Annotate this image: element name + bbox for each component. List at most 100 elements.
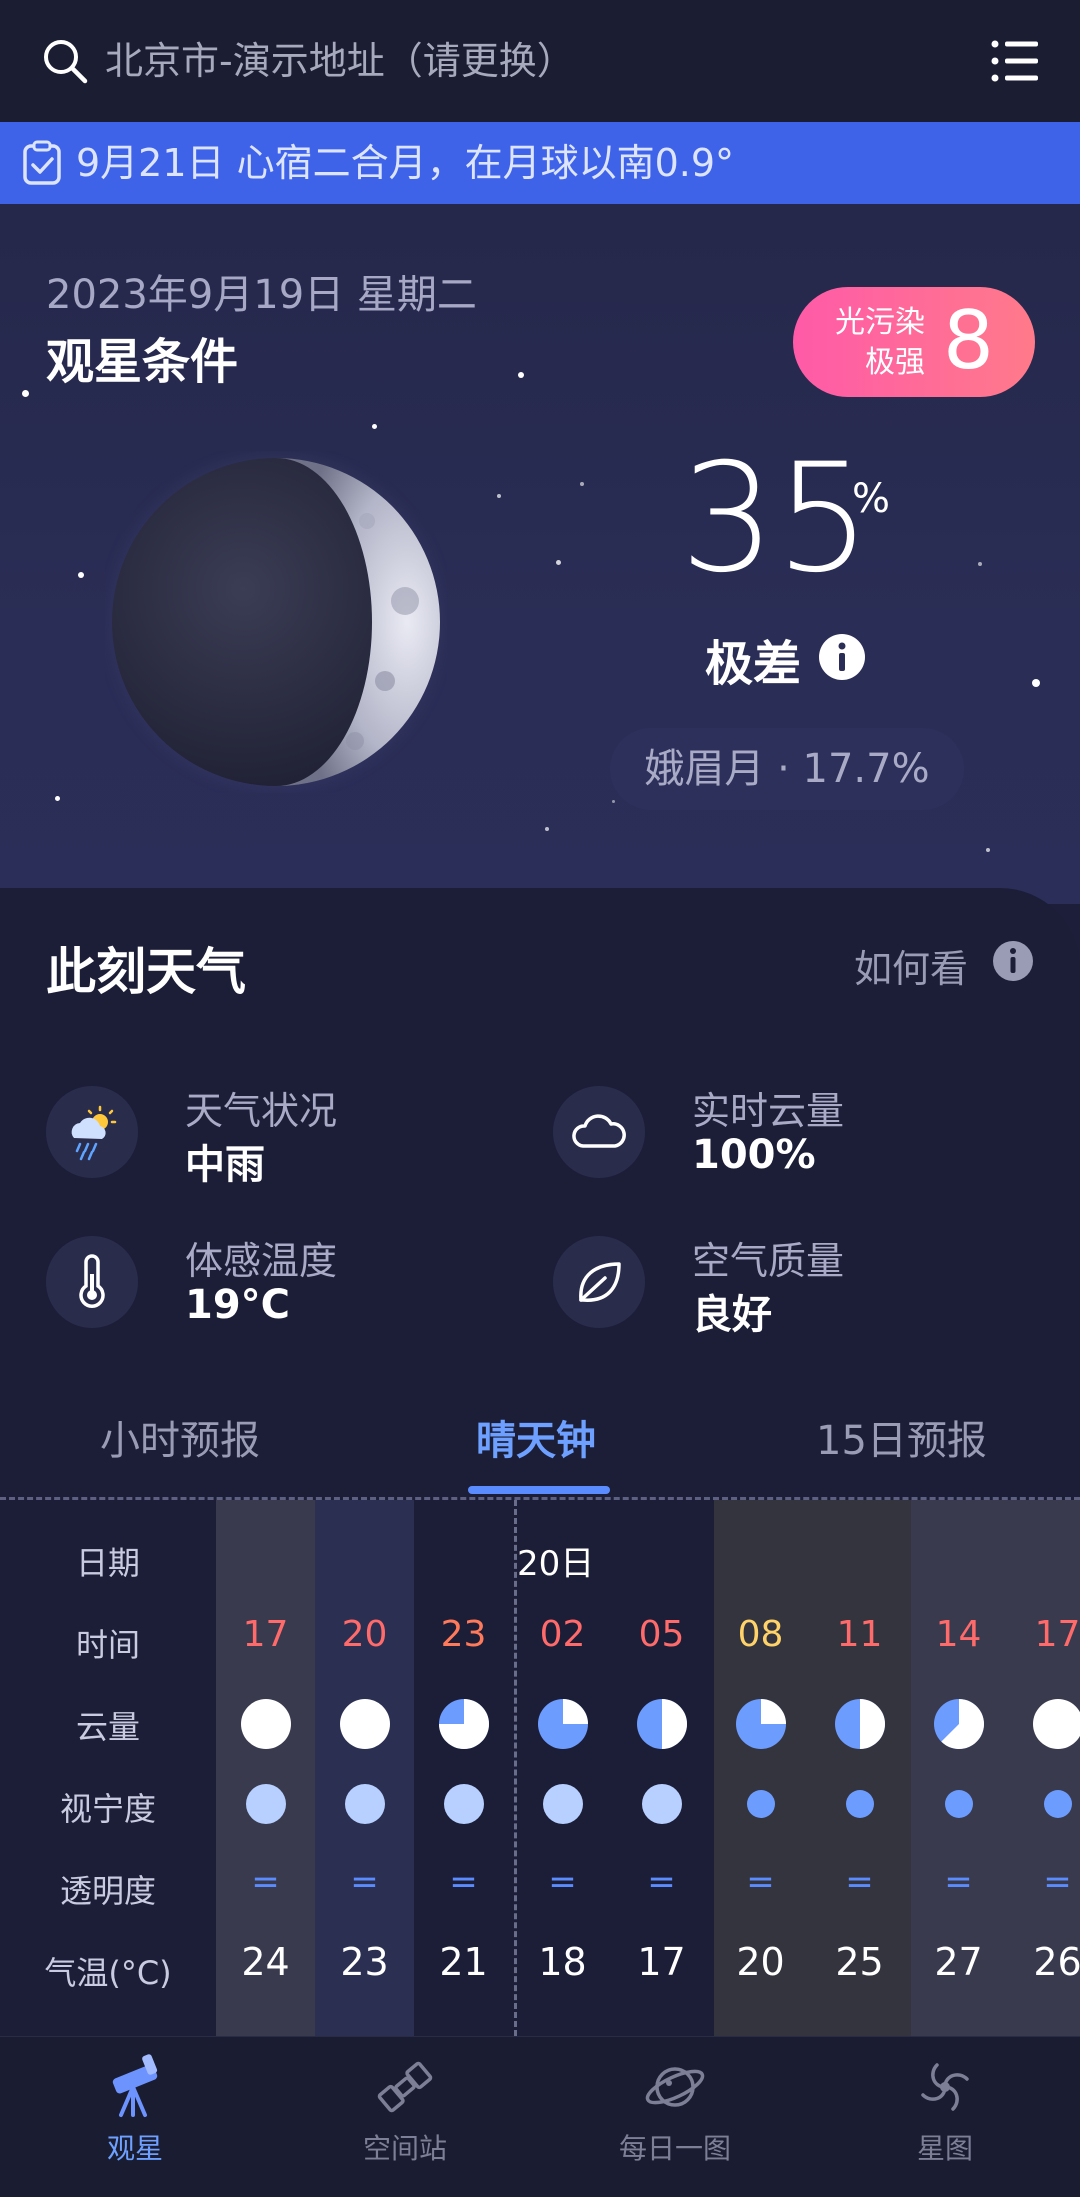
forecast-time: 17 [242,1614,289,1655]
forecast-temperature: 26 [1033,1940,1080,1984]
planet-icon [645,2067,705,2107]
star [78,572,84,578]
forecast-temperature: 17 [637,1940,686,1984]
observing-score: 35 [680,432,871,606]
star [55,796,60,801]
nav-star-map-label: 星图 [916,2132,973,2165]
forecast-time: 17 [1034,1614,1080,1655]
transparency-indicator: ＝ [845,1867,874,1900]
tab-15-day-forecast[interactable]: 15日预报 [816,1408,987,1466]
cloud-cover-pie [1033,1699,1080,1749]
observation-date: 2023年9月19日 星期二 [46,272,477,318]
tab-clear-sky-clock[interactable]: 晴天钟 [476,1408,596,1466]
bottom-navigation: 观星 空间站 每日一图 星图 [0,2036,1080,2197]
transparency-indicator: ＝ [251,1867,280,1900]
day-label: 20日 [517,1544,595,1584]
cloud-cover-pie [340,1699,390,1749]
location-search-input[interactable]: 北京市-演示地址（请更换） [105,36,575,86]
moon-phase-pill: 娥眉月 · 17.7% [610,728,964,810]
row-label-seeing: 视宁度 [59,1790,156,1828]
seeing-indicator [944,1790,973,1818]
air-quality-value: 良好 [692,1292,772,1338]
weather-condition-value: 中雨 [185,1142,265,1188]
info-icon[interactable] [992,940,1034,982]
light-pollution-badge[interactable]: 光污染 极强 8 [793,287,1035,397]
forecast-temperature: 20 [736,1940,785,1984]
weather-condition: 天气状况 中雨 [46,1080,546,1190]
row-label-transparency: 透明度 [59,1872,156,1910]
cloud-cover-label: 实时云量 [692,1089,845,1133]
star [556,560,561,565]
forecast-time: 02 [539,1614,586,1655]
feels-like-value: 19°C [185,1282,291,1328]
nav-stargazing-label: 观星 [106,2132,163,2165]
nav-space-station[interactable]: 空间站 [285,2051,525,2167]
cloud-cover: 实时云量 100% [553,1080,1053,1190]
cloud-cover-pie [538,1699,588,1749]
thermometer-icon [46,1236,138,1328]
seeing-indicator [344,1784,385,1824]
forecast-temperature: 21 [439,1940,488,1984]
forecast-time: 05 [638,1614,685,1655]
banner-text: 9月21日 心宿二合月，在月球以南0.9° [76,141,735,185]
forecast-temperature: 27 [934,1940,983,1984]
cloud-cover-pie [241,1699,291,1749]
info-icon[interactable] [818,633,866,681]
observing-conditions-title: 观星条件 [46,334,239,390]
star [22,390,29,397]
calendar-check-icon [23,140,61,185]
feels-like-temperature: 体感温度 19°C [46,1230,546,1340]
star [372,424,377,429]
transparency-indicator: ＝ [1043,1867,1072,1900]
seeing-indicator [1043,1790,1072,1818]
seeing-indicator [746,1790,775,1818]
tab-hourly-forecast[interactable]: 小时预报 [100,1408,260,1466]
forecast-time: 20 [341,1614,388,1655]
nav-stargazing[interactable]: 观星 [15,2051,255,2167]
observing-score-unit: % [852,476,891,522]
leaf-icon [553,1236,645,1328]
forecast-time: 08 [737,1614,784,1655]
cloud-cover-pie [439,1699,489,1749]
seeing-indicator [443,1784,484,1824]
forecast-time: 14 [935,1614,982,1655]
astro-event-banner[interactable]: 9月21日 心宿二合月，在月球以南0.9° [0,122,1080,204]
cloud-cover-pie [934,1699,984,1749]
row-label-time: 时间 [75,1626,140,1664]
search-icon[interactable] [40,36,90,86]
forecast-time: 11 [836,1614,883,1655]
transparency-indicator: ＝ [746,1867,775,1900]
transparency-indicator: ＝ [647,1867,676,1900]
observing-conditions-panel: 2023年9月19日 星期二 观星条件 光污染 极强 8 35 % 极差 娥眉月… [0,204,1080,904]
row-label-cloud: 云量 [75,1708,140,1746]
cloud-cover-value: 100% [692,1132,816,1178]
how-to-read-link[interactable]: 如何看 [854,938,968,993]
rain-sun-icon [46,1086,138,1178]
forecast-temperature: 25 [835,1940,884,1984]
nav-star-map[interactable]: 星图 [825,2051,1065,2167]
cloud-icon [553,1086,645,1178]
transparency-indicator: ＝ [548,1867,577,1900]
nav-daily-picture[interactable]: 每日一图 [555,2051,795,2167]
list-menu-icon[interactable] [990,38,1040,84]
feels-like-label: 体感温度 [185,1239,338,1283]
transparency-indicator: ＝ [350,1867,379,1900]
nav-daily-picture-label: 每日一图 [618,2132,731,2165]
moon-phase-image [108,454,444,790]
cloud-cover-pie [736,1699,786,1749]
nav-space-station-label: 空间站 [362,2132,447,2165]
air-quality: 空气质量 良好 [553,1230,1053,1340]
clear-sky-clock-table: 日期 时间 云量 视宁度 透明度 气温(°C) 20日 17 ＝ 24 20 ＝ 23 23… [0,1500,1080,2036]
star [545,827,549,831]
star [580,482,584,486]
galaxy-icon [921,2063,969,2111]
light-pollution-label: 光污染 极强 [835,305,925,380]
star [978,562,982,566]
forecast-temperature: 23 [340,1940,389,1984]
active-tab-indicator [468,1486,610,1494]
top-bar: 北京市-演示地址（请更换） [0,0,1080,122]
seeing-indicator [845,1790,874,1818]
forecast-temperature: 18 [538,1940,587,1984]
current-weather-title: 此刻天气 [46,943,246,1001]
space-station-icon [377,2061,433,2113]
